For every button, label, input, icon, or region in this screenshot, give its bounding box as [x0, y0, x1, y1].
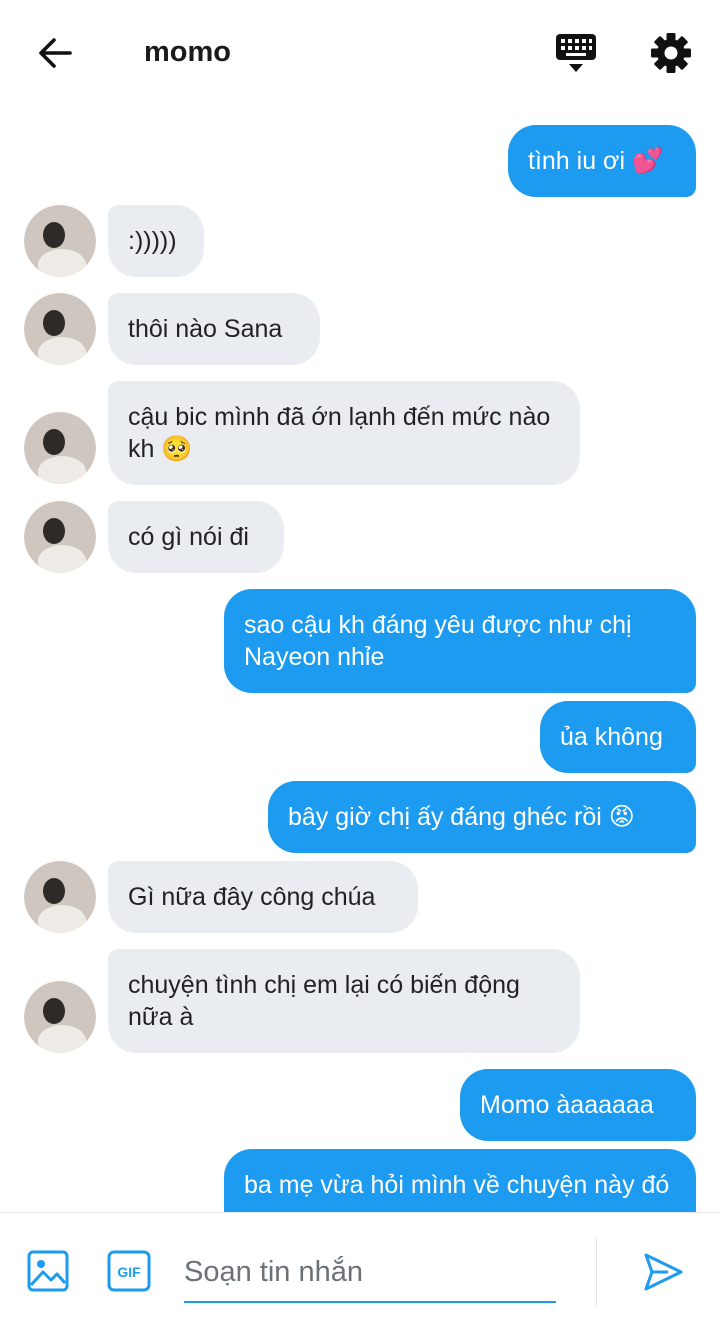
keyboard-icon	[556, 34, 596, 72]
svg-text:GIF: GIF	[117, 1264, 141, 1280]
incoming-message[interactable]: :)))))	[108, 205, 204, 277]
image-icon	[27, 1250, 69, 1292]
outgoing-message[interactable]: ba mẹ vừa hỏi mình về chuyện này đó	[224, 1149, 696, 1212]
conversation-header: momo	[0, 0, 720, 108]
keyboard-toggle-button[interactable]	[552, 30, 600, 76]
add-gif-button[interactable]: GIF	[106, 1249, 152, 1293]
avatar[interactable]	[24, 293, 96, 365]
add-image-button[interactable]	[26, 1249, 70, 1293]
dm-screen: momo tình iu ơi 💕:))))) thôi nào Sana c…	[0, 0, 720, 1330]
outgoing-message[interactable]: tình iu ơi 💕	[508, 125, 696, 197]
outgoing-message[interactable]: sao cậu kh đáng yêu được như chị Nayeon …	[224, 589, 696, 693]
outgoing-message[interactable]: bây giờ chị ấy đáng ghéc rồi 😡	[268, 781, 696, 853]
incoming-message[interactable]: thôi nào Sana	[108, 293, 320, 365]
outgoing-message[interactable]: ủa không	[540, 701, 696, 773]
composer-divider	[596, 1237, 597, 1307]
avatar[interactable]	[24, 981, 96, 1053]
incoming-message[interactable]: có gì nói đi	[108, 501, 284, 573]
avatar[interactable]	[24, 412, 96, 484]
avatar[interactable]	[24, 205, 96, 277]
conversation-title: momo	[144, 36, 231, 68]
incoming-message[interactable]: Gì nữa đây công chúa	[108, 861, 418, 933]
avatar[interactable]	[24, 501, 96, 573]
outgoing-message[interactable]: Momo àaaaaaa	[460, 1069, 696, 1141]
back-button[interactable]	[30, 30, 82, 76]
incoming-message[interactable]: chuyện tình chị em lại có biến động nữa …	[108, 949, 580, 1053]
settings-button[interactable]	[648, 30, 694, 76]
send-button[interactable]	[640, 1249, 686, 1295]
avatar[interactable]	[24, 861, 96, 933]
arrow-left-icon	[39, 38, 72, 68]
message-composer: GIF	[0, 1212, 720, 1330]
gear-icon	[651, 33, 691, 73]
message-input[interactable]	[184, 1243, 556, 1303]
gif-icon: GIF	[107, 1250, 151, 1292]
message-list[interactable]: tình iu ơi 💕 :))))) thôi nào Sana cậu bi…	[0, 108, 720, 1212]
incoming-message[interactable]: cậu bic mình đã ớn lạnh đến mức nào kh 🥺	[108, 381, 580, 485]
send-icon	[644, 1253, 683, 1291]
